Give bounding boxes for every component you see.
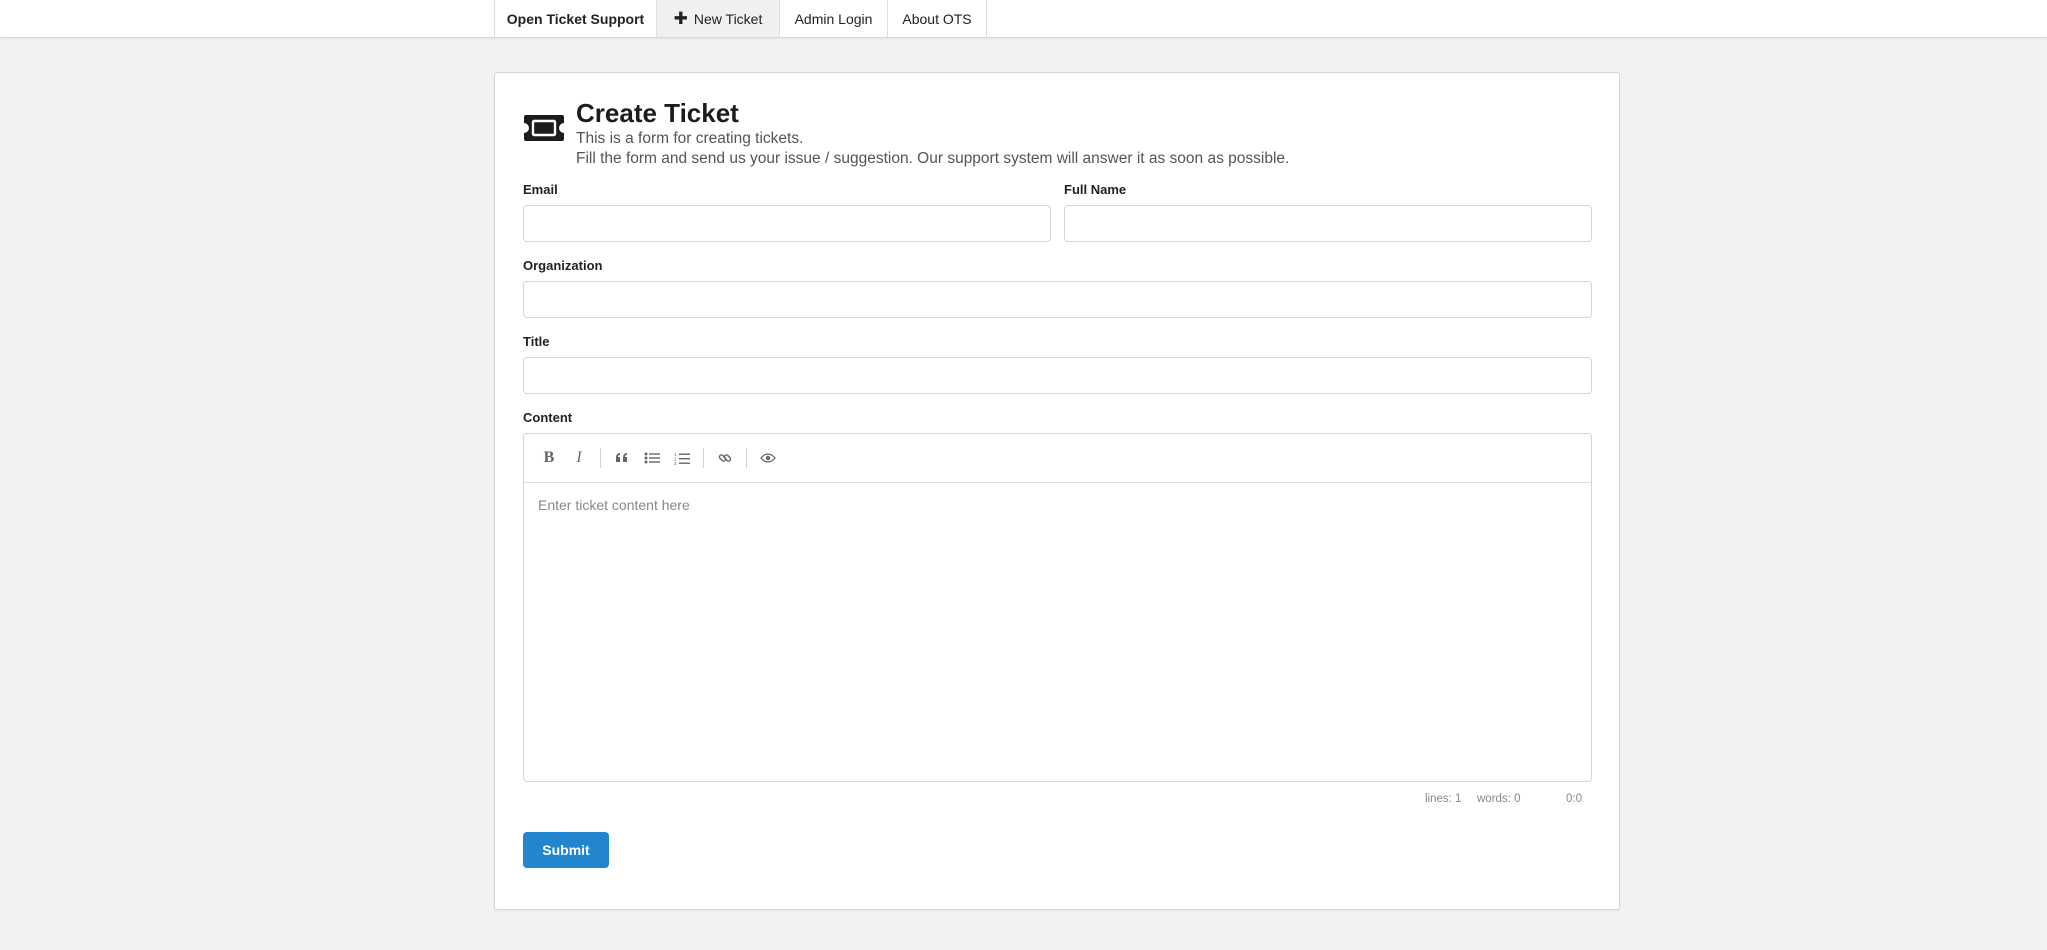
nav-admin-login[interactable]: Admin Login	[780, 0, 888, 37]
bold-icon[interactable]: B	[534, 443, 564, 473]
subtitle-line-1: This is a form for creating tickets.	[576, 130, 804, 147]
title-field[interactable]	[523, 357, 1592, 394]
ordered-list-icon[interactable]: 123	[667, 443, 697, 473]
toolbar-separator	[703, 448, 704, 468]
nav-new-ticket[interactable]: ✚ New Ticket	[657, 0, 780, 37]
organization-field[interactable]	[523, 281, 1592, 318]
page-title: Create Ticket	[576, 98, 739, 128]
status-cursor: 0:0	[1566, 793, 1582, 805]
toolbar-separator	[600, 448, 601, 468]
content-label: Content	[523, 410, 573, 425]
svg-text:3: 3	[674, 461, 677, 465]
email-label: Email	[523, 182, 558, 197]
content-textarea[interactable]: Enter ticket content here	[524, 483, 1591, 781]
email-field[interactable]	[523, 205, 1051, 242]
create-ticket-card: Create Ticket This is a form for creatin…	[494, 72, 1620, 910]
status-lines: lines: 1	[1425, 793, 1462, 805]
nav-about[interactable]: About OTS	[888, 0, 987, 37]
title-label: Title	[523, 334, 550, 349]
editor-toolbar: B I 123	[524, 434, 1591, 483]
preview-eye-icon[interactable]	[753, 443, 783, 473]
unordered-list-icon[interactable]	[637, 443, 667, 473]
page-subtitle: This is a form for creating tickets. Fil…	[576, 129, 1289, 169]
nav-new-ticket-label: New Ticket	[693, 10, 763, 27]
content-editor: B I 123 Enter ticket content here	[523, 433, 1592, 782]
top-navbar: Open Ticket Support ✚ New Ticket Admin L…	[0, 0, 2047, 38]
plus-icon: ✚	[673, 9, 688, 28]
italic-icon[interactable]: I	[564, 443, 594, 473]
status-words: words: 0	[1477, 793, 1521, 805]
ticket-icon	[524, 115, 564, 141]
fullname-field[interactable]	[1064, 205, 1592, 242]
fullname-label: Full Name	[1064, 182, 1127, 197]
main-nav: Open Ticket Support ✚ New Ticket Admin L…	[494, 0, 987, 37]
organization-label: Organization	[523, 258, 603, 273]
submit-button[interactable]: Submit	[523, 832, 609, 868]
subtitle-line-2: Fill the form and send us your issue / s…	[576, 150, 1290, 167]
nav-brand[interactable]: Open Ticket Support	[495, 0, 657, 37]
quote-icon[interactable]	[607, 443, 637, 473]
link-icon[interactable]	[710, 443, 740, 473]
toolbar-separator	[746, 448, 747, 468]
